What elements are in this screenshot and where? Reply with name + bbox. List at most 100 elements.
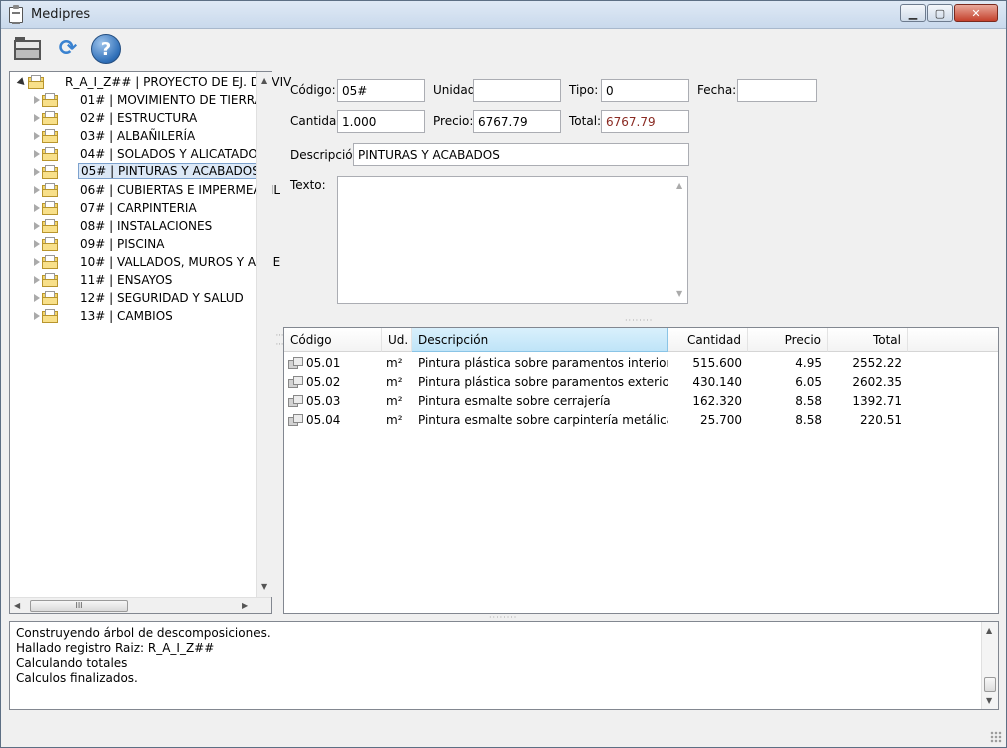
expand-arrow-icon[interactable] [34, 258, 40, 266]
column-header-descripcion[interactable]: Descripción [412, 328, 668, 352]
cantidad-field[interactable] [337, 110, 425, 133]
cell-precio: 8.58 [795, 413, 822, 427]
fecha-field[interactable] [737, 79, 817, 102]
minimize-button[interactable]: ▁ [900, 4, 926, 22]
column-header-total[interactable]: Total [828, 328, 908, 352]
table-row[interactable]: 05.01 m² Pintura plástica sobre paramentos… [284, 354, 998, 373]
horizontal-splitter[interactable]: ········ [625, 316, 653, 325]
close-button[interactable]: ✕ [954, 4, 998, 22]
scroll-down-icon[interactable]: ▼ [676, 289, 682, 298]
expand-arrow-icon[interactable] [34, 96, 40, 104]
tree-node[interactable]: 09# | PISCINA [10, 236, 256, 254]
tree-node[interactable]: 04# | SOLADOS Y ALICATADOS [10, 146, 266, 164]
scroll-up-icon[interactable]: ▲ [986, 626, 992, 635]
folder-icon [42, 291, 58, 305]
table-row[interactable]: 05.03 m² Pintura esmalte sobre cerrajería 1… [284, 392, 998, 411]
help-icon: ? [91, 34, 121, 64]
codigo-label: Código: [290, 83, 336, 97]
cell-total: 1392.71 [852, 394, 902, 408]
log-scrollbar[interactable]: ▲ ▼ [981, 622, 998, 709]
folder-icon [28, 75, 44, 89]
resize-grip-icon[interactable] [990, 731, 1002, 743]
precio-field[interactable] [473, 110, 561, 133]
title-bar[interactable]: Medipres ▁ ▢ ✕ [1, 1, 1006, 29]
open-button[interactable] [11, 34, 43, 66]
table-row[interactable]: 05.04 m² Pintura esmalte sobre carpintería… [284, 411, 998, 430]
expand-arrow-icon[interactable] [34, 114, 40, 122]
expand-arrow-icon[interactable] [34, 186, 40, 194]
expand-arrow-icon[interactable] [34, 168, 40, 176]
scroll-down-icon[interactable]: ▼ [261, 582, 267, 591]
scrollbar-thumb[interactable]: III [30, 600, 128, 612]
texto-scrollbar[interactable]: ▲ ▼ [671, 177, 687, 303]
scroll-up-icon[interactable]: ▲ [676, 181, 682, 190]
log-line: Calculos finalizados. [16, 671, 138, 685]
folder-icon [42, 309, 58, 323]
tree-node-label: 13# | CAMBIOS [80, 309, 173, 323]
tree-node[interactable]: 02# | ESTRUCTURA [10, 110, 256, 128]
tree-node[interactable]: 07# | CARPINTERIA [10, 200, 256, 218]
tree-node[interactable]: 06# | CUBIERTAS E IMPERMEABIL [10, 182, 280, 200]
cell-precio: 6.05 [795, 375, 822, 389]
scroll-left-icon[interactable]: ◀ [14, 601, 20, 610]
maximize-button[interactable]: ▢ [927, 4, 953, 22]
tree-node-label: 03# | ALBAÑILERÍA [80, 129, 196, 143]
expand-arrow-icon[interactable] [34, 240, 40, 248]
tree-node[interactable]: 01# | MOVIMIENTO DE TIERRAS [10, 92, 270, 110]
cell-cantidad: 515.600 [692, 356, 742, 370]
log-output[interactable]: Construyendo árbol de descomposiciones. H… [9, 621, 999, 710]
total-field[interactable] [601, 110, 689, 133]
toolbar: ⟳ ? [1, 30, 1006, 70]
tree-node[interactable]: 12# | SEGURIDAD Y SALUD [10, 290, 256, 308]
tree-view[interactable]: R_A_I_Z## | PROYECTO DE EJ. DE VIV 01# |… [9, 71, 291, 614]
texto-textarea[interactable]: ▲ ▼ [337, 176, 688, 304]
refresh-button[interactable]: ⟳ [53, 34, 85, 66]
tree-node[interactable]: 05# | PINTURAS Y ACABADOS [10, 163, 263, 182]
folder-icon [42, 201, 58, 215]
column-header-codigo[interactable]: Código [284, 328, 382, 352]
texto-label: Texto: [290, 178, 326, 192]
expand-arrow-icon[interactable] [34, 204, 40, 212]
tree-node-label: 08# | INSTALACIONES [80, 219, 213, 233]
cell-ud: m² [386, 356, 403, 370]
expand-arrow-icon[interactable] [16, 77, 28, 88]
table-row[interactable]: 05.02 m² Pintura plástica sobre paramentos… [284, 373, 998, 392]
clipboard-icon [9, 5, 23, 24]
expand-arrow-icon[interactable] [34, 294, 40, 302]
expand-arrow-icon[interactable] [34, 150, 40, 158]
column-header-ud[interactable]: Ud. [382, 328, 412, 352]
tree-node[interactable]: 10# | VALLADOS, MUROS Y ACCE [10, 254, 280, 272]
item-icon [288, 357, 303, 370]
tipo-field[interactable] [601, 79, 689, 102]
tree-vertical-scrollbar[interactable]: ▲ ▼ [256, 72, 272, 597]
tree-root-node[interactable]: R_A_I_Z## | PROYECTO DE EJ. DE VIV [10, 74, 291, 92]
expand-arrow-icon[interactable] [34, 132, 40, 140]
cell-codigo: 05.04 [306, 413, 341, 427]
tree-node[interactable]: 11# | ENSAYOS [10, 272, 256, 290]
tree-horizontal-scrollbar[interactable]: ◀ III ▶ [10, 597, 271, 613]
scroll-up-icon[interactable]: ▲ [261, 76, 267, 85]
scrollbar-thumb[interactable] [984, 677, 996, 692]
column-header-precio[interactable]: Precio [748, 328, 828, 352]
fecha-label: Fecha: [697, 83, 737, 97]
codigo-field[interactable] [337, 79, 425, 102]
help-button[interactable]: ? [91, 34, 123, 66]
tree-node[interactable]: 03# | ALBAÑILERÍA [10, 128, 256, 146]
scroll-down-icon[interactable]: ▼ [986, 696, 992, 705]
descripcion-field[interactable] [353, 143, 689, 166]
folder-icon [42, 183, 58, 197]
folder-icon [42, 219, 58, 233]
scroll-right-icon[interactable]: ▶ [242, 601, 248, 610]
unidad-field[interactable] [473, 79, 561, 102]
cell-total: 2552.22 [852, 356, 902, 370]
items-table[interactable]: Código Ud. Descripción Cantidad Precio T… [283, 327, 999, 614]
cell-total: 220.51 [860, 413, 902, 427]
expand-arrow-icon[interactable] [34, 312, 40, 320]
tree-node[interactable]: 08# | INSTALACIONES [10, 218, 256, 236]
tree-node[interactable]: 13# | CAMBIOS [10, 308, 256, 326]
tree-node-label: 02# | ESTRUCTURA [80, 111, 198, 125]
precio-label: Precio: [433, 114, 474, 128]
column-header-cantidad[interactable]: Cantidad [668, 328, 748, 352]
expand-arrow-icon[interactable] [34, 222, 40, 230]
expand-arrow-icon[interactable] [34, 276, 40, 284]
